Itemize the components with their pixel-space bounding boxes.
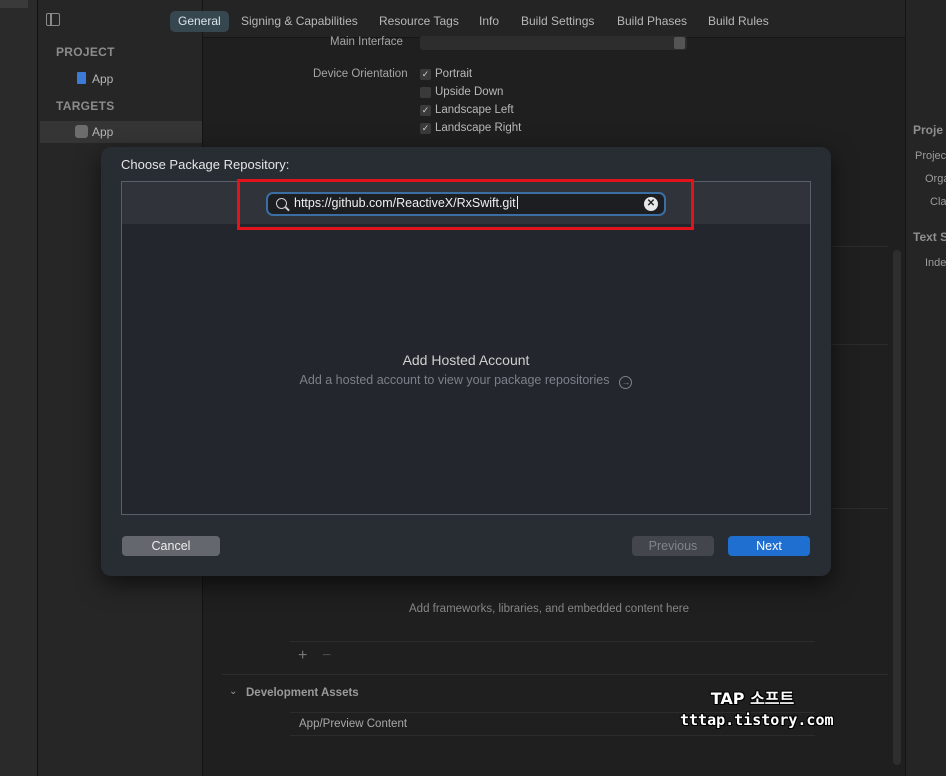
inspector-panel: Proje Projec Orga Cla Text S Inde	[905, 0, 946, 776]
repository-panel: https://github.com/ReactiveX/RxSwift.git…	[121, 181, 811, 515]
tab-general[interactable]: General	[170, 11, 229, 32]
development-asset-item[interactable]: App/Preview Content	[299, 718, 407, 730]
editor-scrollbar[interactable]	[893, 250, 901, 765]
chevron-down-icon	[674, 37, 685, 49]
empty-state-title: Add Hosted Account	[402, 352, 530, 368]
sidebar-toggle-icon[interactable]	[46, 13, 60, 26]
dialog-title: Choose Package Repository:	[121, 157, 290, 172]
tab-build-settings[interactable]: Build Settings	[513, 11, 602, 32]
orientation-label: Portrait	[435, 68, 473, 80]
next-button[interactable]: Next	[728, 536, 810, 556]
tab-build-phases[interactable]: Build Phases	[609, 11, 695, 32]
project-item-app[interactable]: App	[40, 68, 202, 90]
target-item-label: App	[92, 125, 114, 139]
orientation-label: Upside Down	[435, 86, 504, 98]
empty-state-subtitle[interactable]: Add a hosted account to view your packag…	[122, 373, 810, 389]
inspector-row: Projec	[915, 150, 946, 162]
project-section-header: PROJECT	[56, 45, 115, 59]
target-item-app[interactable]: App	[40, 121, 202, 143]
project-item-label: App	[92, 72, 114, 86]
table-divider	[290, 735, 815, 736]
edge-stub	[0, 0, 28, 8]
checkbox-upside-down[interactable]	[420, 87, 431, 98]
annotation-highlight	[237, 179, 694, 230]
inspector-row: Cla	[930, 196, 946, 208]
table-divider	[290, 641, 815, 642]
checkbox-portrait[interactable]: ✓	[420, 69, 431, 80]
editor-tab-bar: General Signing & Capabilities Resource …	[170, 0, 905, 38]
inspector-heading: Text S	[913, 230, 946, 244]
orientation-label: Landscape Left	[435, 104, 514, 116]
disclosure-chevron-icon[interactable]: ⌄	[229, 686, 237, 697]
main-interface-label: Main Interface	[330, 36, 403, 48]
development-assets-header: Development Assets	[246, 687, 359, 699]
add-item-button[interactable]: +	[298, 647, 307, 665]
watermark-title: TAP 소프트	[710, 689, 795, 708]
inspector-row: Orga	[925, 173, 946, 185]
tab-build-rules[interactable]: Build Rules	[700, 11, 777, 32]
frameworks-empty-text: Add frameworks, libraries, and embedded …	[409, 603, 689, 615]
device-orientation-label: Device Orientation	[313, 68, 408, 80]
watermark: TAP 소프트 tttap.tistory.com	[680, 685, 834, 729]
orientation-label: Landscape Right	[435, 122, 522, 134]
section-divider	[222, 674, 888, 675]
checkbox-landscape-left[interactable]: ✓	[420, 105, 431, 116]
remove-item-button[interactable]: −	[322, 647, 331, 665]
watermark-url: tttap.tistory.com	[680, 711, 834, 729]
checkbox-landscape-right[interactable]: ✓	[420, 123, 431, 134]
cancel-button[interactable]: Cancel	[122, 536, 220, 556]
targets-section-header: TARGETS	[56, 99, 115, 113]
main-interface-popup[interactable]	[420, 36, 687, 50]
previous-button[interactable]: Previous	[632, 536, 714, 556]
inspector-heading: Proje	[913, 123, 944, 137]
tab-info[interactable]: Info	[471, 11, 507, 32]
inspector-row: Inde	[925, 257, 946, 269]
project-file-icon	[77, 72, 86, 84]
app-target-icon	[75, 125, 88, 138]
tab-signing[interactable]: Signing & Capabilities	[233, 11, 366, 32]
window-left-edge	[0, 0, 38, 776]
arrow-right-circle-icon[interactable]: →	[619, 376, 633, 389]
tab-resource-tags[interactable]: Resource Tags	[371, 11, 467, 32]
